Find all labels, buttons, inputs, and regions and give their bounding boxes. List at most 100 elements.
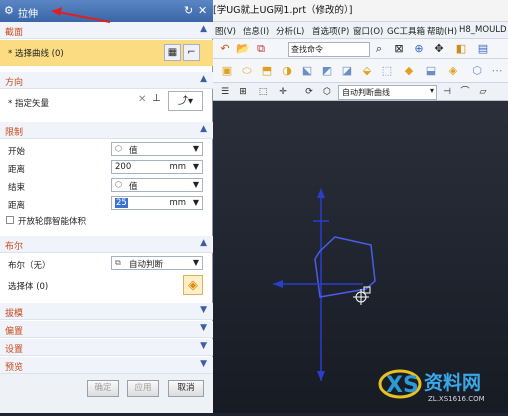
start-type-dropdown[interactable]: ⬡ 值 ▼	[111, 142, 203, 156]
sync-model-icon[interactable]: ⬡	[469, 63, 485, 79]
start-unit: mm	[169, 162, 186, 172]
toolbar-row-2: ▣ ⬭ ⬒ ◑ ⬕ ◩ ◪ ⬙ ⬚ ◆ ⬓ ◈ ⬡ ⋯	[213, 59, 508, 83]
close-icon[interactable]: ✕	[198, 4, 207, 17]
section-sketch-icon[interactable]: ▦	[164, 44, 181, 61]
boolean-dropdown[interactable]: ⧉ 自动判断 ▼	[111, 256, 203, 270]
section-draft-label: 拔模	[5, 309, 24, 319]
select-icon[interactable]: ⬚	[255, 84, 271, 100]
chevron-down-icon: ▼	[200, 323, 207, 333]
section-boolean-header[interactable]: 布尔 ▲	[0, 236, 213, 253]
undo-icon[interactable]: ↶	[217, 41, 233, 57]
fit-view-icon[interactable]: ⊠	[391, 41, 407, 57]
search-icon[interactable]: ⌕	[371, 41, 387, 57]
snap-icon[interactable]: ⊞	[235, 84, 251, 100]
vector-type-dropdown[interactable]: ⤴▾	[168, 91, 203, 111]
revolve-icon[interactable]: ◑	[279, 63, 295, 79]
end-distance-input[interactable]: 25 mm ▼	[111, 196, 203, 210]
menu-h8-mould[interactable]: H8_MOULD	[459, 25, 507, 35]
menu-analysis[interactable]: 分析(L)	[276, 25, 304, 37]
mould-tool-icon[interactable]: ◆	[401, 63, 417, 79]
command-search-input[interactable]: 查找命令	[288, 42, 370, 57]
blend-icon[interactable]: ◪	[339, 63, 355, 79]
menu-view[interactable]: 图(V)	[215, 25, 236, 37]
value-icon: ⬡	[115, 180, 122, 189]
more-tools-icon[interactable]: ⋯	[489, 63, 505, 79]
section-offset-label: 偏置	[5, 327, 24, 337]
trim-body-icon[interactable]: ⬓	[423, 63, 439, 79]
section-draft-header[interactable]: 拔模 ▼	[0, 303, 213, 320]
specify-vector-label: * 指定矢量	[8, 99, 49, 109]
cylinder-icon[interactable]: ⬭	[239, 63, 255, 79]
sketch-constraint-icon[interactable]: ▱	[475, 84, 491, 100]
end-distance-value: 25	[115, 198, 128, 208]
select-curve-row[interactable]: * 选择曲线 (0) ▦ ⌐	[0, 40, 213, 66]
extrude-dialog: ⚙ 拉伸 ↻ ✕ 截面 ▲ * 选择曲线 (0) ▦ ⌐ 方向 ▲ * 指定矢量…	[0, 0, 213, 413]
follow-fillet-icon[interactable]: ⌒	[457, 84, 473, 100]
chevron-up-icon: ▲	[200, 124, 207, 134]
feature-icon[interactable]: ◩	[319, 63, 335, 79]
sweep-icon[interactable]: ⬕	[299, 63, 315, 79]
stop-at-intersection-icon[interactable]: ⊣	[439, 84, 455, 100]
menu-gc-toolkit[interactable]: GC工具箱	[387, 25, 425, 37]
split-body-icon[interactable]: ◈	[445, 63, 461, 79]
end-type-value: 值	[129, 182, 138, 192]
boolean-icon: ⧉	[115, 258, 121, 267]
open-profile-label: 开放轮廓智能体积	[18, 217, 87, 227]
curve-select-icon[interactable]: ⌐	[183, 44, 200, 61]
curve-rule-value: 自动判断曲线	[342, 88, 390, 97]
toolbar-row-1: ↶ 📂 ⧉ 查找命令 ⌕ ⊠ ⊕ ✥ ◧ ▤	[213, 39, 508, 59]
apply-button[interactable]: 应用	[127, 380, 159, 397]
chamfer-icon[interactable]: ⬙	[359, 63, 375, 79]
start-label: 开始	[8, 147, 26, 157]
cancel-button[interactable]: 取消	[168, 380, 204, 397]
chevron-up-icon: ▲	[200, 238, 207, 248]
ok-button[interactable]: 确定	[87, 380, 119, 397]
specify-vector-row: * 指定矢量 ✕ ⊥ ⤴▾	[0, 90, 213, 114]
section-settings-label: 设置	[5, 345, 24, 355]
chevron-down-icon: ▼	[192, 258, 199, 267]
watermark-text: 资料网	[424, 372, 482, 394]
section-limits-label: 限制	[5, 128, 24, 138]
section-offset-header[interactable]: 偏置 ▼	[0, 321, 213, 338]
section-direction-header[interactable]: 方向 ▲	[0, 72, 213, 89]
menu-info[interactable]: 信息(I)	[243, 25, 269, 37]
end-type-dropdown[interactable]: ⬡ 值 ▼	[111, 178, 203, 192]
svg-text:XS: XS	[386, 373, 419, 398]
open-profile-checkbox[interactable]	[6, 216, 14, 224]
start-distance-value: 200	[115, 162, 132, 172]
select-body-icon[interactable]: ◈	[183, 275, 203, 295]
menu-help[interactable]: 帮助(H)	[427, 25, 457, 37]
menu-preferences[interactable]: 首选项(P)	[312, 25, 349, 37]
section-settings-header[interactable]: 设置 ▼	[0, 339, 213, 356]
annotation-arrow-icon	[51, 7, 111, 23]
shaded-view-icon[interactable]: ◧	[453, 41, 469, 57]
menu-window[interactable]: 窗口(O)	[353, 25, 383, 37]
point-icon[interactable]: ✛	[275, 84, 291, 100]
curve-rule-icon[interactable]: ⟳	[301, 84, 317, 100]
section-preview-header[interactable]: 预览 ▼	[0, 357, 213, 374]
layer-icon[interactable]: ▤	[475, 41, 491, 57]
chevron-down-icon: ▼	[192, 144, 199, 153]
dialog-footer: 确定 应用 取消	[0, 374, 213, 413]
zoom-icon[interactable]: ⊕	[411, 41, 427, 57]
section-limits-header[interactable]: 限制 ▲	[0, 122, 213, 139]
menu-icon[interactable]: ☰	[217, 84, 233, 100]
vector-dialog-icon[interactable]: ⊥	[152, 93, 161, 104]
end-unit: mm	[169, 198, 186, 208]
pan-icon[interactable]: ✥	[431, 41, 447, 57]
select-curve-label: * 选择曲线 (0)	[8, 49, 64, 59]
curve-rule-dropdown[interactable]: 自动判断曲线 ▾	[338, 85, 437, 100]
open-icon[interactable]: 📂	[235, 41, 251, 57]
start-type-value: 值	[129, 146, 138, 156]
reset-icon[interactable]: ↻	[184, 4, 193, 17]
chevron-down-icon: ▼	[200, 359, 207, 369]
shell-icon[interactable]: ⬚	[379, 63, 395, 79]
body-filter-icon[interactable]: ⬡	[319, 84, 335, 100]
boolean-label: 布尔（无）	[8, 261, 51, 271]
chevron-down-icon: ▼	[200, 305, 207, 315]
start-distance-input[interactable]: 200 mm ▼	[111, 160, 203, 174]
extrude-icon[interactable]: ⬒	[259, 63, 275, 79]
box-icon[interactable]: ▣	[219, 63, 235, 79]
copy-icon[interactable]: ⧉	[253, 41, 269, 57]
reverse-direction-icon[interactable]: ✕	[138, 94, 146, 105]
